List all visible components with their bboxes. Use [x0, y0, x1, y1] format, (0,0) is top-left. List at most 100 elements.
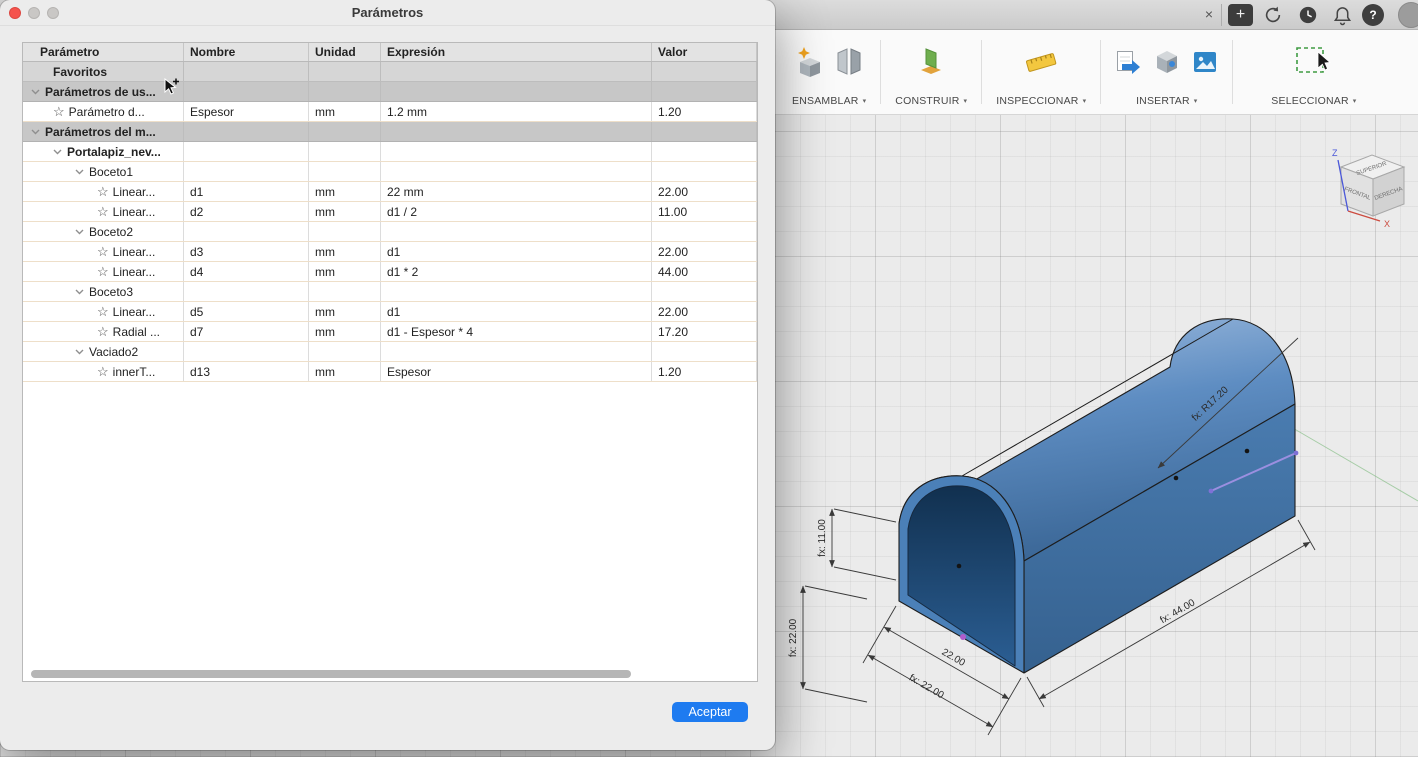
param-expresion-cell[interactable]: d1 / 2 — [381, 202, 652, 221]
vertex-dot[interactable] — [957, 564, 962, 569]
dialog-titlebar[interactable]: Parámetros — [0, 0, 775, 26]
param-name-cell[interactable]: ☆innerT... — [23, 362, 184, 381]
dim-total-height[interactable]: fx: 22.00 — [788, 618, 799, 657]
favorite-star-icon[interactable]: ☆ — [97, 325, 109, 338]
avatar[interactable] — [1398, 2, 1418, 28]
param-row-vaciado2[interactable]: Vaciado2 — [23, 342, 757, 362]
viewcube[interactable]: SUPERIOR FRONTAL DERECHA — [1341, 155, 1404, 216]
param-valor-cell[interactable]: 1.20 — [652, 102, 757, 121]
favorite-star-icon[interactable]: ☆ — [97, 185, 109, 198]
param-name-cell[interactable]: ☆Linear... — [23, 202, 184, 221]
param-row-espesor[interactable]: ☆Parámetro d...Espesormm1.2 mm1.20 — [23, 102, 757, 122]
measure-ruler-icon[interactable] — [1024, 47, 1058, 82]
horizontal-scrollbar[interactable] — [31, 670, 631, 678]
param-row-par-metros-de-us[interactable]: Parámetros de us... — [23, 82, 757, 102]
dim-front-width[interactable]: 22.00 — [940, 647, 968, 669]
favorite-star-icon[interactable]: ☆ — [97, 265, 109, 278]
param-row-portalapiz-nev[interactable]: Portalapiz_nev... — [23, 142, 757, 162]
joint-icon[interactable] — [836, 46, 862, 83]
favorite-star-icon[interactable]: ☆ — [97, 305, 109, 318]
new-component-icon[interactable] — [796, 45, 824, 84]
param-name-cell[interactable]: Boceto2 — [23, 222, 184, 241]
ensamblar-menu[interactable]: ENSAMBLAR ▾ — [792, 95, 866, 107]
param-nombre-cell[interactable]: d13 — [184, 362, 309, 381]
param-row-d1[interactable]: ☆Linear...d1mm22 mm22.00 — [23, 182, 757, 202]
new-tab-button[interactable]: + — [1228, 4, 1253, 26]
seleccionar-menu[interactable]: SELECCIONAR ▾ — [1271, 95, 1356, 107]
param-row-boceto2[interactable]: Boceto2 — [23, 222, 757, 242]
chevron-down-icon[interactable] — [75, 289, 85, 295]
insertar-menu[interactable]: INSERTAR ▾ — [1136, 95, 1197, 107]
param-row-d3[interactable]: ☆Linear...d3mmd122.00 — [23, 242, 757, 262]
select-marquee-icon[interactable] — [1295, 46, 1333, 83]
job-status-clock-icon[interactable] — [1297, 4, 1319, 26]
param-valor-cell[interactable]: 22.00 — [652, 302, 757, 321]
favorite-star-icon[interactable]: ☆ — [97, 245, 109, 258]
column-header-valor[interactable]: Valor — [652, 43, 757, 61]
favorite-star-icon[interactable]: ☆ — [53, 105, 65, 118]
zoom-window-button[interactable] — [47, 7, 59, 19]
dim-length[interactable]: fx: 44.00 — [1158, 597, 1197, 626]
tab-close-icon[interactable]: × — [1200, 5, 1218, 23]
help-icon[interactable]: ? — [1362, 4, 1384, 26]
param-row-d5[interactable]: ☆Linear...d5mmd122.00 — [23, 302, 757, 322]
param-expresion-cell[interactable]: 22 mm — [381, 182, 652, 201]
param-name-cell[interactable]: Boceto3 — [23, 282, 184, 301]
param-row-d13[interactable]: ☆innerT...d13mmEspesor1.20 — [23, 362, 757, 382]
param-name-cell[interactable]: Portalapiz_nev... — [23, 142, 184, 161]
param-unidad-cell[interactable]: mm — [309, 362, 381, 381]
insert-derive-icon[interactable] — [1115, 48, 1142, 81]
chevron-down-icon[interactable] — [75, 229, 85, 235]
inspeccionar-menu[interactable]: INSPECCIONAR ▾ — [996, 95, 1086, 107]
param-unidad-cell[interactable]: mm — [309, 242, 381, 261]
chevron-down-icon[interactable] — [53, 149, 63, 155]
param-row-favoritos[interactable]: Favoritos — [23, 62, 757, 82]
param-unidad-cell[interactable]: mm — [309, 102, 381, 121]
param-name-cell[interactable]: ☆Linear... — [23, 302, 184, 321]
param-name-cell[interactable]: ☆Linear... — [23, 182, 184, 201]
param-name-cell[interactable]: Boceto1 — [23, 162, 184, 181]
param-unidad-cell[interactable]: mm — [309, 302, 381, 321]
param-expresion-cell[interactable]: Espesor — [381, 362, 652, 381]
param-row-par-metros-del-m[interactable]: Parámetros del m... — [23, 122, 757, 142]
param-nombre-cell[interactable]: d5 — [184, 302, 309, 321]
param-row-d4[interactable]: ☆Linear...d4mmd1 * 244.00 — [23, 262, 757, 282]
param-name-cell[interactable]: ☆Linear... — [23, 242, 184, 261]
param-unidad-cell[interactable]: mm — [309, 202, 381, 221]
param-nombre-cell[interactable]: d3 — [184, 242, 309, 261]
param-row-boceto1[interactable]: Boceto1 — [23, 162, 757, 182]
chevron-down-icon[interactable] — [75, 349, 85, 355]
close-window-button[interactable] — [9, 7, 21, 19]
param-expresion-cell[interactable]: d1 - Espesor * 4 — [381, 322, 652, 341]
chevron-down-icon[interactable] — [31, 89, 41, 95]
param-expresion-cell[interactable]: 1.2 mm — [381, 102, 652, 121]
column-header-parametro[interactable]: Parámetro — [23, 43, 184, 61]
param-name-cell[interactable]: Vaciado2 — [23, 342, 184, 361]
canvas-image-icon[interactable] — [1192, 49, 1218, 80]
param-row-d2[interactable]: ☆Linear...d2mmd1 / 211.00 — [23, 202, 757, 222]
sync-status-icon[interactable] — [1262, 4, 1284, 26]
param-name-cell[interactable]: Favoritos — [23, 62, 184, 81]
model-body[interactable] — [899, 319, 1295, 673]
chevron-down-icon[interactable] — [31, 129, 41, 135]
construir-menu[interactable]: CONSTRUIR ▾ — [895, 95, 967, 107]
param-unidad-cell[interactable]: mm — [309, 182, 381, 201]
favorite-star-icon[interactable]: ☆ — [97, 365, 109, 378]
param-row-d7[interactable]: ☆Radial ...d7mmd1 - Espesor * 417.20 — [23, 322, 757, 342]
param-name-cell[interactable]: ☆Parámetro d... — [23, 102, 184, 121]
param-nombre-cell[interactable]: d2 — [184, 202, 309, 221]
construct-plane-icon[interactable] — [916, 45, 946, 84]
column-header-unidad[interactable]: Unidad — [309, 43, 381, 61]
dim-arch-height[interactable]: fx: 11.00 — [817, 519, 828, 557]
param-unidad-cell[interactable]: mm — [309, 322, 381, 341]
param-valor-cell[interactable]: 11.00 — [652, 202, 757, 221]
param-expresion-cell[interactable]: d1 * 2 — [381, 262, 652, 281]
dim-front-width-fx[interactable]: fx: 22.00 — [907, 672, 946, 701]
param-nombre-cell[interactable]: d1 — [184, 182, 309, 201]
param-row-boceto3[interactable]: Boceto3 — [23, 282, 757, 302]
param-valor-cell[interactable]: 22.00 — [652, 242, 757, 261]
column-header-expresion[interactable]: Expresión — [381, 43, 652, 61]
notifications-bell-icon[interactable] — [1331, 4, 1353, 26]
param-valor-cell[interactable]: 44.00 — [652, 262, 757, 281]
param-name-cell[interactable]: Parámetros del m... — [23, 122, 184, 141]
